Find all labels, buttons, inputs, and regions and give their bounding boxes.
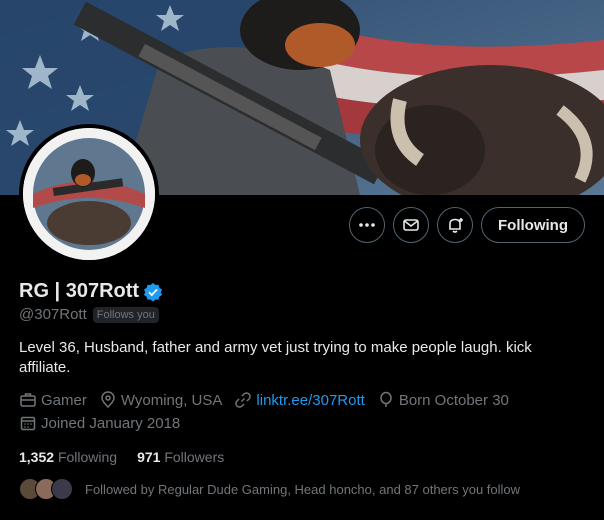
followed-by[interactable]: Followed by Regular Dude Gaming, Head ho… [19, 478, 520, 500]
handle: @307Rott [19, 306, 87, 323]
joined: Joined January 2018 [19, 414, 180, 432]
profile-meta-joined: Joined January 2018 [19, 414, 192, 432]
profile-actions: Following [349, 207, 585, 243]
more-icon [359, 223, 375, 227]
handle-row: @307Rott Follows you [19, 306, 159, 323]
profile-avatar[interactable] [19, 124, 159, 264]
category-text: Gamer [41, 391, 87, 409]
followed-by-text: Followed by Regular Dude Gaming, Head ho… [85, 481, 521, 497]
followers-label: Followers [164, 449, 225, 465]
follow-counts: 1,352 Following 971 Followers [19, 449, 224, 465]
website-link[interactable]: linktr.ee/307Rott [256, 392, 364, 409]
calendar-icon [20, 416, 36, 431]
bio: Level 36, Husband, father and army vet j… [19, 339, 532, 376]
category: Gamer [19, 391, 87, 409]
notification-bell-icon [449, 218, 464, 233]
message-icon [403, 219, 419, 231]
verified-badge-icon[interactable] [143, 282, 163, 302]
balloon-icon [380, 391, 392, 407]
followers-count-link[interactable]: 971 Followers [137, 449, 224, 465]
location-pin-icon [101, 391, 115, 409]
following-label: Following [57, 449, 118, 465]
profile-meta: Gamer Wyoming, USA linktr.ee/307Rott Bor… [19, 391, 521, 409]
display-name: RG | 307Rott [19, 280, 140, 302]
location-text: Wyoming, USA [120, 391, 223, 409]
location: Wyoming, USA [99, 391, 223, 409]
message-button[interactable] [393, 207, 430, 243]
more-button[interactable] [349, 207, 386, 243]
name-row: RG | 307Rott [19, 280, 163, 303]
link-icon [235, 392, 252, 408]
birthday: Born October 30 [377, 391, 509, 409]
avatar [51, 478, 73, 500]
follows-you-badge: Follows you [92, 306, 159, 323]
followers-count: 971 [137, 449, 161, 465]
following-count: 1,352 [19, 449, 55, 465]
followed-by-avatars [19, 478, 73, 500]
briefcase-icon [20, 393, 36, 407]
following-count-link[interactable]: 1,352 Following [19, 449, 117, 465]
joined-text: Joined January 2018 [41, 414, 181, 432]
following-button[interactable]: Following [481, 207, 585, 243]
birthday-text: Born October 30 [398, 391, 509, 409]
notifications-button[interactable] [437, 207, 474, 243]
website: linktr.ee/307Rott [234, 391, 365, 409]
avatar-image [23, 128, 155, 260]
